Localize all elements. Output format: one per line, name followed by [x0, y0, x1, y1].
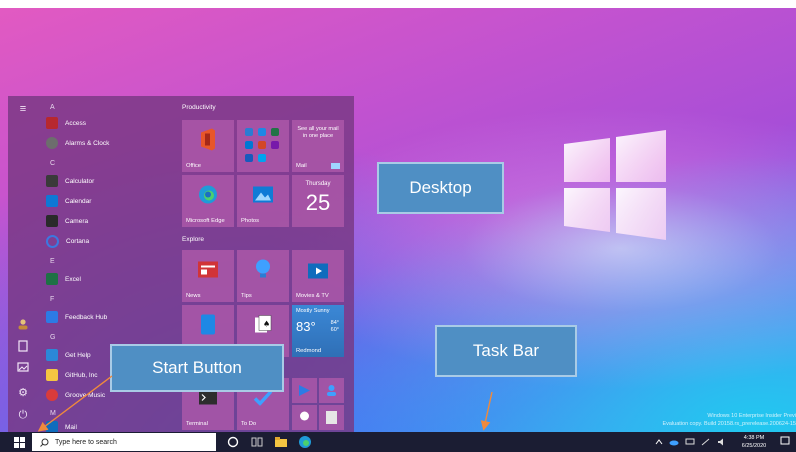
callout-arrows	[37, 375, 493, 432]
arrow-to-taskbar	[480, 391, 493, 431]
arrow-to-start-button	[37, 375, 113, 432]
desktop-screenshot: ≡ ⚙ ⏻ A Access Alarms & Clock C Calculat…	[0, 0, 796, 452]
